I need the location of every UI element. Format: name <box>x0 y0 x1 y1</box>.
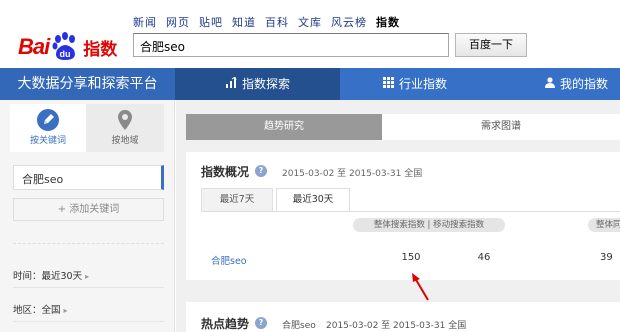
mobile-search-index-value: 46 <box>477 252 491 263</box>
help-icon[interactable]: ? <box>255 165 267 177</box>
tab-by-keyword-label: 按关键词 <box>29 136 66 146</box>
logo-bai-text: Bai <box>18 34 50 59</box>
hot-trend-keyword: 合肥seo <box>282 321 316 331</box>
add-keyword-button[interactable]: + 添加关键词 <box>13 198 164 221</box>
tab-by-keyword[interactable]: 按关键词 <box>10 104 86 152</box>
caret-right-icon: ▸ <box>85 272 90 281</box>
grid-icon <box>382 69 394 101</box>
hot-trend-title: 热点趋势 <box>201 317 250 331</box>
nav-my-index-label: 我的指数 <box>560 77 609 91</box>
topnav-news[interactable]: 新闻 <box>133 14 157 30</box>
main-navbar: 大数据分享和探索平台 指数探索 行业指数 我的指数 <box>0 68 620 100</box>
tab-by-region-label: 按地域 <box>111 136 139 146</box>
topnav-index[interactable]: 指数 <box>376 14 400 30</box>
topnav-zhidao[interactable]: 知道 <box>232 14 256 30</box>
hot-trend-card: 热点趋势 ? 合肥seo 2015-03-02 至 2015-03-31 全国 <box>186 302 620 332</box>
topnav-tieba[interactable]: 贴吧 <box>199 14 223 30</box>
yoy-column-header: 整体同 <box>588 218 620 232</box>
overall-search-index-value: 150 <box>401 252 421 263</box>
divider <box>13 243 164 244</box>
tab-trend-research[interactable]: 趋势研究 <box>186 114 382 140</box>
row-keyword[interactable]: 合肥seo <box>211 253 247 267</box>
trend-up-icon <box>225 69 237 101</box>
header: Bai du 指数 新闻 网页 贴吧 知道 百科 文库 风云榜 指数 合肥seo… <box>0 0 620 68</box>
topnav-fengyunbang[interactable]: 风云榜 <box>331 14 367 30</box>
nav-industry-index[interactable]: 行业指数 <box>340 68 490 100</box>
time-filter-label: 时间：最近30天 <box>13 271 83 282</box>
user-icon <box>545 69 555 101</box>
topnav-baike[interactable]: 百科 <box>265 14 289 30</box>
research-tabs: 趋势研究 需求图谱 <box>186 114 620 140</box>
nav-industry-index-label: 行业指数 <box>398 77 447 91</box>
topnav-wenku[interactable]: 文库 <box>298 14 322 30</box>
pencil-icon <box>37 109 59 131</box>
topnav-web[interactable]: 网页 <box>166 14 190 30</box>
nav-my-index[interactable]: 我的指数 <box>545 68 620 100</box>
tab-underline <box>201 211 620 212</box>
main-content: 趋势研究 需求图谱 指数概况 ? 2015-03-02 至 2015-03-31… <box>176 100 620 332</box>
search-input[interactable]: 合肥seo <box>133 33 449 57</box>
region-filter[interactable]: 地区：全国 ▸ <box>13 299 164 322</box>
range-tab-7days[interactable]: 最近7天 <box>201 188 273 212</box>
yoy-value: 39 <box>600 252 613 263</box>
top-nav: 新闻 网页 贴吧 知道 百科 文库 风云榜 指数 <box>133 14 400 30</box>
logo-du-text: du <box>60 49 71 59</box>
overview-date-range: 2015-03-02 至 2015-03-31 全国 <box>282 169 423 179</box>
hot-trend-date-range: 2015-03-02 至 2015-03-31 全国 <box>326 321 467 331</box>
keyword-input[interactable]: 合肥seo <box>13 165 164 190</box>
tab-demand-map[interactable]: 需求图谱 <box>382 114 620 140</box>
range-tab-30days[interactable]: 最近30天 <box>276 188 350 212</box>
paw-icon: du <box>51 32 79 60</box>
baidu-index-logo[interactable]: Bai du 指数 <box>18 24 117 60</box>
region-filter-label: 地区：全国 <box>13 305 61 316</box>
index-overview-card: 指数概况 ? 2015-03-02 至 2015-03-31 全国 最近7天 最… <box>186 152 620 280</box>
nav-index-explore[interactable]: 指数探索 <box>175 68 340 100</box>
index-column-header: 整体搜索指数 | 移动搜索指数 <box>353 218 505 232</box>
tab-by-region[interactable]: 按地域 <box>86 104 164 152</box>
platform-title: 大数据分享和探索平台 <box>0 68 175 100</box>
time-filter[interactable]: 时间：最近30天 ▸ <box>13 265 164 288</box>
help-icon[interactable]: ? <box>255 317 267 329</box>
left-sidebar: 按关键词 按地域 合肥seo + 添加关键词 时间：最近30天 ▸ 地区：全国 ▸ <box>0 100 175 332</box>
location-pin-icon <box>114 109 136 131</box>
caret-right-icon: ▸ <box>63 306 68 315</box>
nav-index-explore-label: 指数探索 <box>241 77 290 91</box>
red-arrow-annotation <box>412 273 429 301</box>
search-button[interactable]: 百度一下 <box>455 33 527 57</box>
overview-title: 指数概况 <box>201 165 250 179</box>
logo-zhishu-text: 指数 <box>83 40 118 60</box>
